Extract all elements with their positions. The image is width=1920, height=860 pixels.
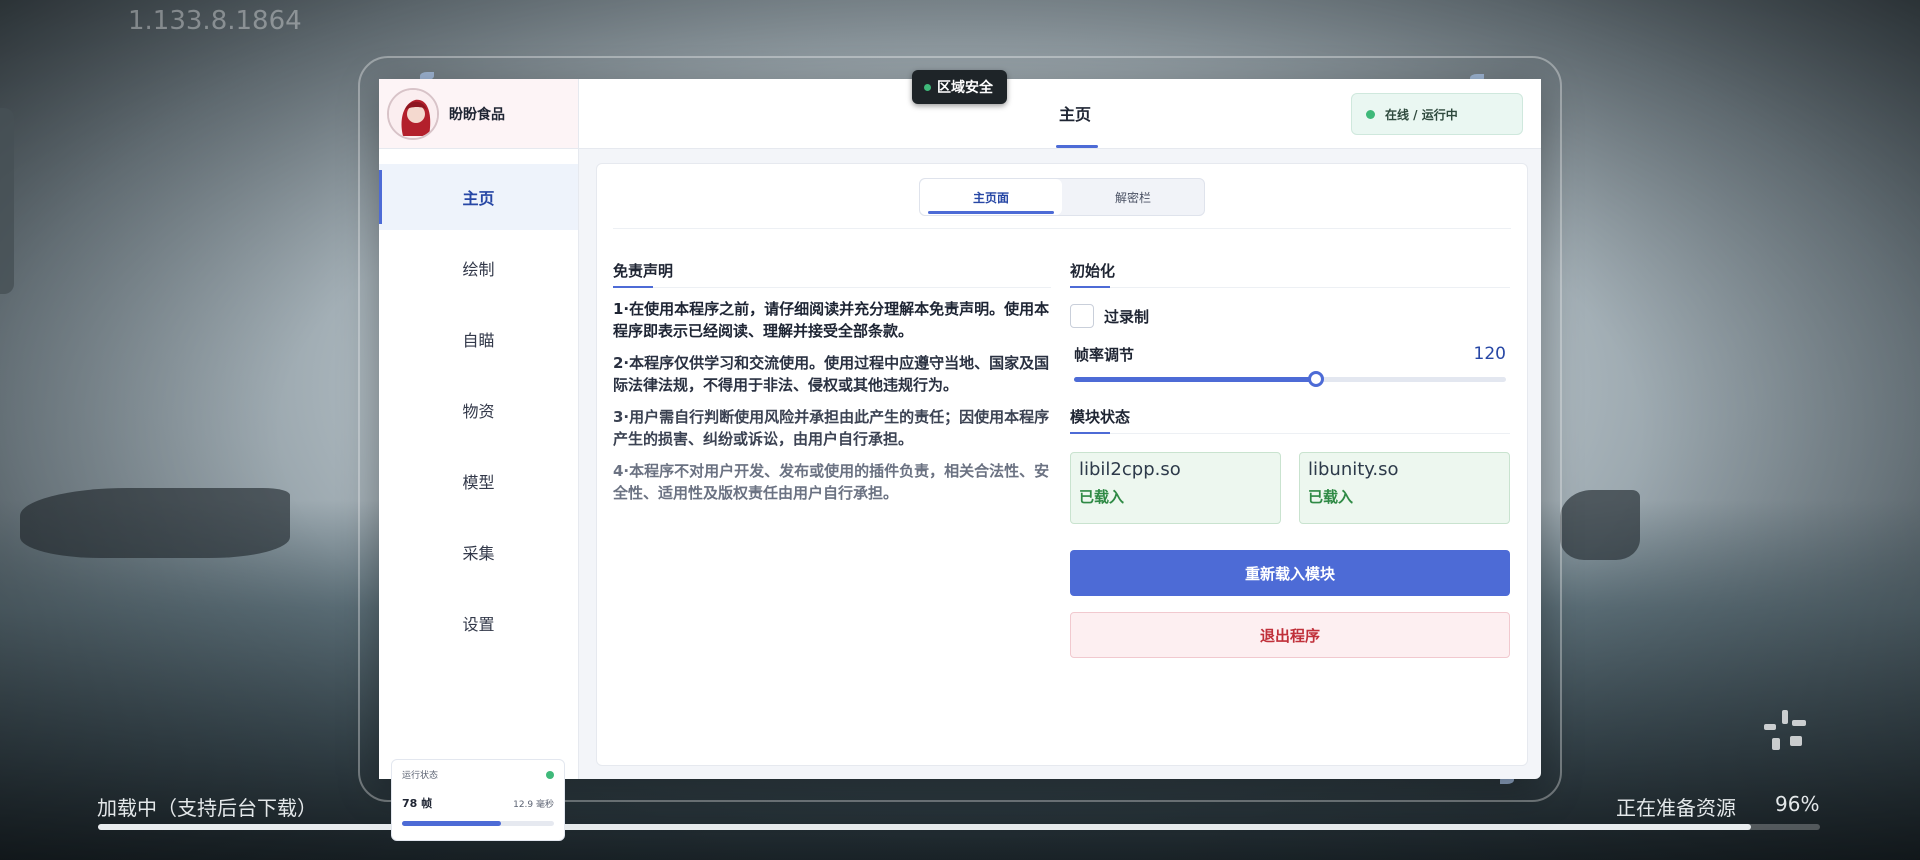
- module-card-libil2cpp: libil2cpp.so 已载入: [1070, 452, 1281, 524]
- sidebar-item-label: 主页: [462, 189, 495, 208]
- sidebar-item-supplies[interactable]: 物资: [379, 377, 578, 443]
- reload-modules-button[interactable]: 重新载入模块: [1070, 550, 1510, 596]
- page-title: 主页: [1058, 105, 1091, 124]
- tab-label: 主页面: [972, 190, 1009, 205]
- disclaimer-section: 免责声明 1·在使用本程序之前，请仔细阅读并充分理解本免责声明。使用本程序即表示…: [613, 260, 1051, 504]
- run-progress-fill: [402, 821, 501, 826]
- sidebar-item-home[interactable]: 主页: [379, 164, 578, 230]
- run-status-card: 运行状态 78 帧 12.9 毫秒: [391, 759, 565, 841]
- sidebar-item-label: 绘制: [462, 260, 495, 279]
- online-status-text: 在线 / 运行中: [1385, 107, 1458, 122]
- background-boat-right: [1560, 490, 1640, 560]
- preparing-text: 正在准备资源: [1616, 796, 1736, 820]
- run-status-dot-icon: [546, 770, 554, 779]
- sidebar-item-label: 自瞄: [462, 331, 495, 350]
- disclaimer-item-2: 2·本程序仅供学习和交流使用。使用过程中应遵守当地、国家及国际法律法规，不得用于…: [613, 354, 1050, 394]
- brand-header: 盼盼食品: [379, 79, 579, 149]
- tab-main-page[interactable]: 主页面: [920, 179, 1062, 215]
- sidebar-item-label: 物资: [462, 402, 495, 421]
- area-safe-label: 区域安全: [937, 80, 993, 96]
- disclaimer-item-3: 3·用户需自行判断使用风险并承担由此产生的责任；因使用本程序产生的损害、纠纷或诉…: [613, 408, 1050, 448]
- loading-text: 加载中（支持后台下载）: [97, 796, 317, 820]
- version-text: 1.133.8.1864: [128, 6, 302, 36]
- disclaimer-item-4: 4·本程序不对用户开发、发布或使用的插件负责，相关合法性、安全性、适用性及版权责…: [613, 462, 1050, 502]
- status-dot-icon: [1366, 109, 1375, 119]
- brand-name: 盼盼食品: [449, 106, 505, 123]
- module-name: libil2cpp.so: [1079, 459, 1181, 480]
- init-title: 初始化: [1070, 260, 1510, 288]
- run-fps: 78 帧: [402, 797, 433, 810]
- content-area: 主页面 解密栏 免责声明 1·在使用本程序之前，请仔细阅读并充分理解本免责声明。…: [596, 163, 1528, 766]
- module-card-libunity: libunity.so 已载入: [1299, 452, 1510, 524]
- tab-bar: 主页面 解密栏: [919, 178, 1205, 216]
- module-state: 已载入: [1308, 488, 1354, 506]
- loading-spinner-icon: [1764, 710, 1806, 750]
- run-status-label: 运行状态: [402, 771, 439, 781]
- sidebar-nav: 主页 绘制 自瞄 物资 模型 采集 设置: [379, 149, 578, 656]
- sidebar-item-aim[interactable]: 自瞄: [379, 306, 578, 372]
- sidebar-item-collect[interactable]: 采集: [379, 519, 578, 585]
- record-bypass-checkbox[interactable]: [1070, 304, 1094, 328]
- run-frametime: 12.9 毫秒: [513, 800, 554, 810]
- sidebar-item-settings[interactable]: 设置: [379, 590, 578, 656]
- framerate-slider-header: 帧率调节 120: [1070, 344, 1510, 365]
- online-status-pill: 在线 / 运行中: [1351, 93, 1523, 135]
- tab-label: 解密栏: [1114, 190, 1151, 205]
- disclaimer-item-1: 1·在使用本程序之前，请仔细阅读并充分理解本免责声明。使用本程序即表示已经阅读、…: [613, 300, 1050, 340]
- module-state: 已载入: [1079, 488, 1125, 506]
- sidebar-item-label: 采集: [462, 544, 495, 563]
- module-status-title: 模块状态: [1070, 406, 1510, 434]
- avatar: [387, 87, 439, 140]
- loading-progress-fill: [98, 824, 1752, 830]
- framerate-value: 120: [1473, 344, 1506, 364]
- page-title-underline: [1056, 145, 1098, 148]
- module-cards: libil2cpp.so 已载入 libunity.so 已载入: [1070, 452, 1510, 524]
- tab-decrypt[interactable]: 解密栏: [1062, 179, 1204, 215]
- top-bar: 主页 在线 / 运行中: [579, 79, 1541, 149]
- area-safe-badge: 区域安全: [912, 70, 1007, 104]
- sidebar-item-draw[interactable]: 绘制: [379, 235, 578, 301]
- init-section: 初始化 过录制 帧率调节 120 模块状态 libil2cpp.so 已载入 l…: [1070, 260, 1510, 658]
- record-bypass-label: 过录制: [1104, 307, 1150, 326]
- framerate-slider[interactable]: [1074, 371, 1506, 387]
- loading-percent: 96%: [1775, 792, 1820, 816]
- safe-dot-icon: [924, 83, 931, 91]
- framerate-slider-handle[interactable]: [1307, 371, 1324, 387]
- framerate-label: 帧率调节: [1074, 346, 1135, 364]
- loading-progress-bar: [98, 824, 1820, 830]
- sidebar-item-label: 模型: [462, 473, 495, 492]
- exit-program-button[interactable]: 退出程序: [1070, 612, 1510, 658]
- run-progress-bar: [402, 821, 554, 826]
- avatar-image: [389, 89, 437, 138]
- tab-divider: [613, 228, 1511, 229]
- sidebar: 主页 绘制 自瞄 物资 模型 采集 设置 运行状态 78 帧 12.9 毫秒: [379, 149, 579, 841]
- sidebar-item-model[interactable]: 模型: [379, 448, 578, 514]
- framerate-slider-fill: [1074, 377, 1316, 382]
- sidebar-item-label: 设置: [462, 615, 495, 634]
- record-bypass-row[interactable]: 过录制: [1070, 304, 1510, 328]
- main-panel: 盼盼食品 主页 在线 / 运行中 主页 绘制 自瞄 物资 模型 采集 设置 运行…: [379, 79, 1541, 841]
- background-boat-left: [20, 488, 290, 558]
- side-drawer-handle[interactable]: [0, 108, 14, 294]
- disclaimer-title: 免责声明: [613, 260, 1051, 288]
- module-name: libunity.so: [1308, 459, 1399, 480]
